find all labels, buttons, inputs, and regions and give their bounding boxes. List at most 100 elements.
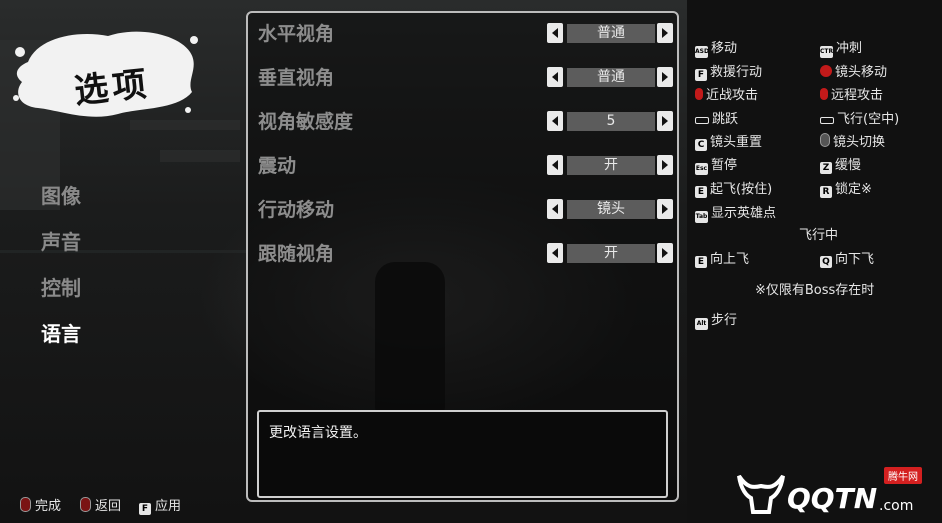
menu-item-controls[interactable]: 控制 [41, 272, 81, 301]
arrow-left-icon [552, 248, 558, 258]
key-label: 镜头重置 [710, 135, 763, 150]
key-label: 起飞(按住) [710, 182, 773, 197]
done-label: 完成 [35, 499, 62, 514]
arrow-right-button[interactable] [657, 23, 673, 43]
alt-key-icon: Alt [695, 318, 708, 330]
arrow-right-button[interactable] [657, 111, 673, 131]
options-title: 选项 [72, 64, 153, 112]
option-action-move: 行动移动 镜头 [258, 195, 673, 225]
key-pause: Esc 暂停 [695, 154, 737, 175]
arrow-right-icon [662, 248, 668, 258]
arrow-left-icon [552, 72, 558, 82]
key-label: 飞行(空中) [837, 112, 900, 127]
q-key-icon: Q [820, 256, 832, 268]
options-panel: 水平视角 普通 垂直视角 普通 视角敏感度 5 震动 开 行动移动 镜头 跟随视… [246, 11, 679, 502]
option-label: 行动移动 [258, 199, 335, 221]
key-slow: Z 缓慢 [820, 154, 861, 174]
arrow-left-button[interactable] [547, 67, 563, 87]
option-value: 普通 [567, 24, 655, 43]
back-button[interactable]: 返回 [80, 495, 121, 514]
asd-key-icon: ASD [695, 46, 709, 58]
key-takeoff: E 起飞(按住) [695, 178, 772, 198]
option-label: 垂直视角 [258, 67, 335, 89]
arrow-right-button[interactable] [657, 199, 673, 219]
bull-logo-icon [737, 474, 785, 514]
menu-item-language[interactable]: 语言 [41, 318, 81, 347]
flying-section-header: 飞行中 [799, 228, 839, 243]
watermark-brand: QQTN [787, 482, 878, 515]
back-label: 返回 [95, 499, 122, 514]
key-move: ASD 移动 [695, 37, 737, 58]
key-camera-move: 镜头移动 [820, 61, 887, 80]
arrow-left-button[interactable] [547, 243, 563, 263]
r-key-icon: R [820, 186, 832, 198]
arrow-left-icon [552, 116, 558, 126]
key-fly-down: Q 向下飞 [820, 248, 874, 268]
key-label: 救援行动 [710, 65, 763, 80]
boss-note: ※仅限有Boss存在时 [755, 283, 875, 298]
option-label: 视角敏感度 [258, 111, 354, 133]
arrow-right-icon [662, 72, 668, 82]
arrow-left-button[interactable] [547, 111, 563, 131]
key-label: 镜头切换 [833, 135, 886, 150]
arrow-left-icon [552, 28, 558, 38]
key-ranged: 远程攻击 [820, 84, 883, 103]
key-fly-up: E 向上飞 [695, 248, 749, 268]
arrow-left-button[interactable] [547, 23, 563, 43]
arrow-right-button[interactable] [657, 243, 673, 263]
menu-item-graphics[interactable]: 图像 [41, 180, 81, 209]
arrow-right-button[interactable] [657, 67, 673, 87]
f-key-icon: F [695, 69, 707, 81]
space-key-icon [695, 117, 709, 124]
mouse-left-icon [20, 497, 31, 512]
esc-key-icon: Esc [695, 163, 708, 175]
key-label: 显示英雄点 [711, 206, 777, 221]
apply-button[interactable]: F 应用 [139, 495, 181, 515]
options-logo: 选项 [8, 22, 200, 122]
key-walk: Alt 步行 [695, 309, 737, 330]
tab-key-icon: Tab [695, 211, 708, 223]
option-value: 普通 [567, 68, 655, 87]
key-show-heroes: Tab 显示英雄点 [695, 202, 776, 223]
mouse-right-icon [820, 88, 828, 100]
menu-item-sound[interactable]: 声音 [41, 226, 81, 255]
arrow-left-icon [552, 204, 558, 214]
key-label: 冲刺 [836, 41, 863, 56]
arrow-right-icon [662, 28, 668, 38]
key-camera-reset: C 镜头重置 [695, 131, 762, 151]
background-pipe [160, 150, 240, 162]
key-jump: 跳跃 [695, 108, 738, 127]
option-label: 震动 [258, 155, 297, 177]
key-label: 远程攻击 [831, 88, 884, 103]
key-label: 移动 [711, 41, 738, 56]
qqtn-watermark: QQTN .com 腾牛网 [733, 462, 938, 518]
arrow-right-icon [662, 204, 668, 214]
c-key-icon: C [695, 139, 707, 151]
mouse-left-icon [695, 88, 703, 100]
ctrl-key-icon: CTR [820, 46, 833, 58]
option-label: 水平视角 [258, 23, 335, 45]
option-vertical-view: 垂直视角 普通 [258, 63, 673, 93]
key-label: 近战攻击 [706, 88, 759, 103]
background-horizon [0, 250, 246, 253]
arrow-left-button[interactable] [547, 155, 563, 175]
arrow-right-icon [662, 116, 668, 126]
description-text: 更改语言设置。 [269, 425, 367, 441]
z-key-icon: Z [820, 162, 832, 174]
done-button[interactable]: 完成 [20, 495, 61, 514]
key-label: 向下飞 [835, 252, 875, 267]
key-camera-switch: 镜头切换 [820, 131, 885, 150]
arrow-right-button[interactable] [657, 155, 673, 175]
e-key-icon: E [695, 256, 707, 268]
arrow-left-button[interactable] [547, 199, 563, 219]
key-rescue: F 救援行动 [695, 61, 762, 81]
watermark-domain: .com [879, 498, 914, 514]
option-value: 5 [567, 112, 655, 131]
option-follow-view: 跟随视角 开 [258, 239, 673, 269]
key-label: 跳跃 [712, 112, 739, 127]
space-key-icon [820, 117, 834, 124]
key-fly: 飞行(空中) [820, 108, 899, 127]
option-horizontal-view: 水平视角 普通 [258, 19, 673, 49]
key-label: 暂停 [711, 158, 738, 173]
option-value: 镜头 [567, 200, 655, 219]
